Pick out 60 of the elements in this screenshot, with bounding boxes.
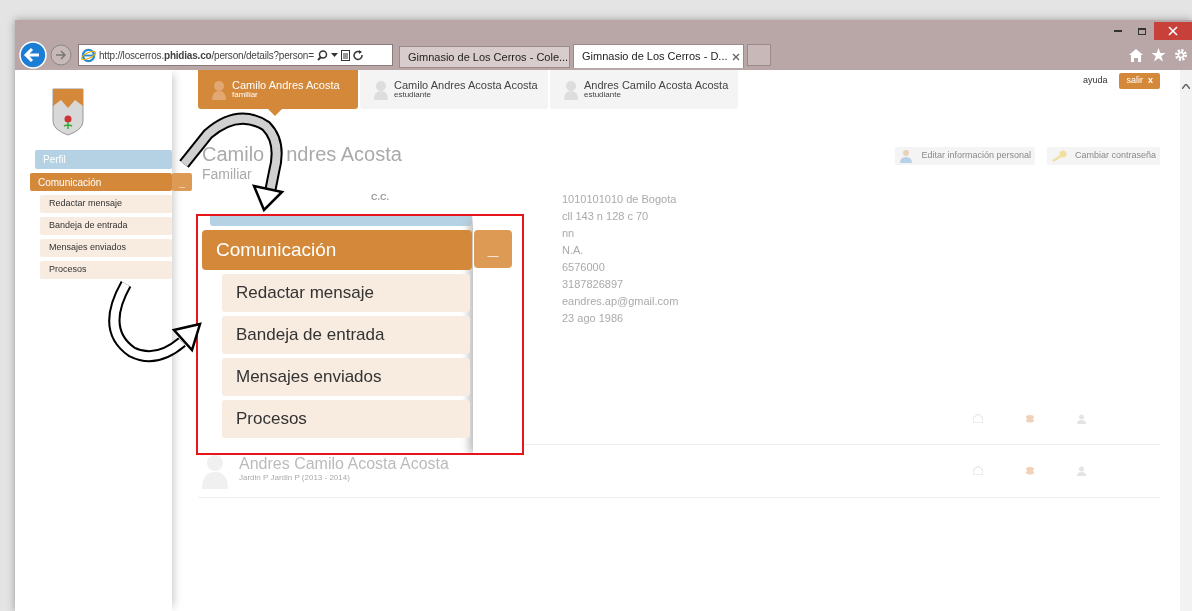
field-value: 3187826897 [562, 277, 625, 292]
person-icon[interactable] [1077, 466, 1086, 476]
house-icon[interactable] [973, 466, 983, 475]
coins-icon[interactable] [1025, 414, 1035, 423]
profile-name: Camilo Andres Acosta Acosta [394, 79, 538, 90]
settings-icon[interactable] [1174, 48, 1188, 62]
person-silhouette-icon [212, 79, 226, 100]
submenu-item[interactable]: Redactar mensaje [222, 274, 470, 312]
submenu-item[interactable]: Redactar mensaje [40, 195, 172, 213]
house-icon[interactable] [973, 414, 983, 423]
field-value: 1010101010 de Bogota [562, 192, 678, 207]
page-icon[interactable] [340, 49, 350, 61]
submenu-item[interactable]: Procesos [222, 400, 470, 438]
forward-button[interactable] [50, 44, 72, 66]
person-name: ndres Acosta [286, 143, 402, 165]
profile-role: estudiante [584, 89, 622, 100]
field-value: 6576000 [562, 260, 606, 275]
submenu-item[interactable]: Procesos [40, 261, 172, 279]
field-value: cll 143 n 128 c 70 [562, 209, 650, 224]
profile-name: Camilo Andres Acosta [232, 79, 340, 90]
help-link[interactable]: ayuda [1082, 74, 1108, 88]
browser-tab[interactable]: Gimnasio de Los Cerros - Cole... [399, 46, 570, 68]
person-silhouette-icon [202, 453, 228, 489]
profile-role: familiar [232, 89, 259, 100]
home-icon[interactable] [1129, 48, 1143, 62]
person-icon[interactable] [1077, 413, 1086, 424]
field-value: eandres.ap@gmail.com [562, 294, 679, 309]
refresh-icon[interactable] [352, 49, 364, 61]
field-label: C.C. [371, 191, 389, 204]
coins-icon[interactable] [1025, 466, 1035, 475]
new-tab-button[interactable] [747, 44, 771, 66]
star-icon[interactable] [1151, 48, 1166, 62]
person-edit-icon [899, 149, 914, 163]
key-icon [1050, 150, 1067, 162]
field-value: N.A. [562, 243, 585, 258]
close-icon [1168, 26, 1178, 36]
url-text: http://loscerros.phidias.co/person/details?person= [99, 48, 314, 63]
profile-tab[interactable]: Andres Camilo Acosta Acosta estudiante [550, 70, 738, 109]
address-bar[interactable]: http://loscerros.phidias.co/person/details?person= [78, 44, 393, 66]
shield-logo [52, 88, 84, 136]
field-value: nn [562, 226, 576, 241]
browser-tab[interactable]: Gimnasio de Los Cerros - D... [573, 44, 744, 68]
tab-pointer [268, 109, 282, 116]
profile-role: estudiante [394, 89, 432, 100]
caret-icon[interactable] [330, 52, 338, 58]
back-button[interactable] [19, 41, 47, 69]
submenu-item[interactable]: Mensajes enviados [222, 358, 470, 396]
profile-name: Andres Camilo Acosta Acosta [584, 79, 729, 90]
field-value: 23 ago 1986 [562, 311, 625, 326]
submenu-item[interactable]: Mensajes enviados [40, 239, 172, 257]
submenu-item[interactable]: Bandeja de entrada [40, 217, 172, 235]
submenu-item[interactable]: Bandeja de entrada [222, 316, 470, 354]
browser-logo-icon [81, 47, 96, 63]
student-course: Jardin P Jardin P (2013 - 2014) [239, 472, 351, 484]
search-icon[interactable] [316, 49, 328, 61]
person-role: Familiar [202, 165, 253, 183]
person-name: Camilo [202, 143, 265, 165]
close-tab-icon[interactable] [731, 52, 740, 61]
close-button[interactable] [1154, 22, 1192, 40]
profile-tab[interactable]: Camilo Andres Acosta Acosta estudiante [360, 70, 548, 109]
